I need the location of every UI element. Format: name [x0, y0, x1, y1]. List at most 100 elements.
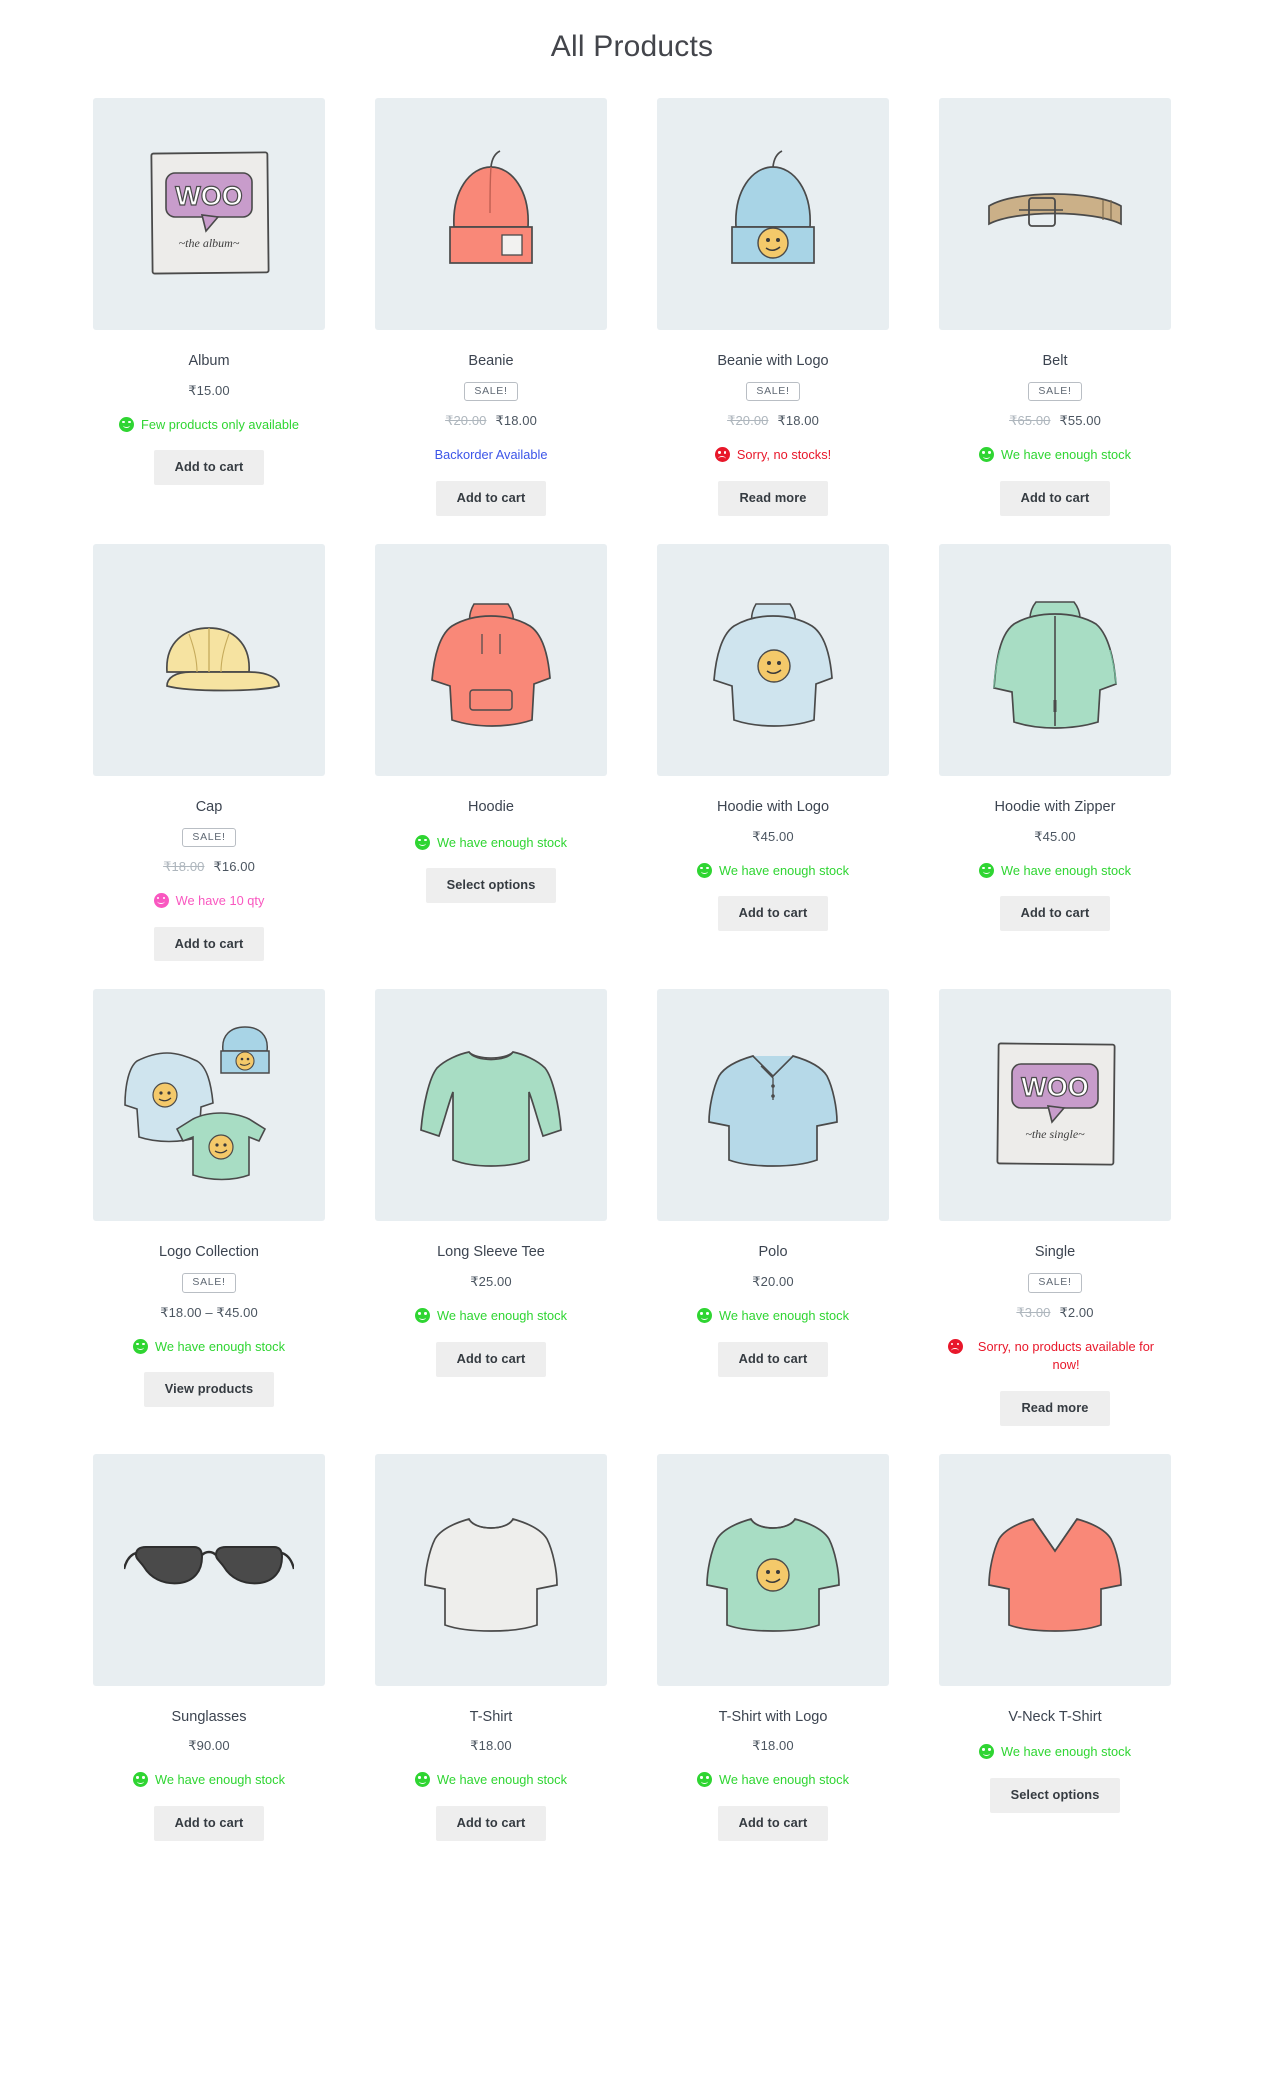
product-title[interactable]: V-Neck T-Shirt: [1008, 1708, 1101, 1727]
stock-status: We have enough stock: [415, 1307, 567, 1326]
sale-badge: SALE!: [1028, 1273, 1082, 1293]
frowning-face-icon: [714, 447, 730, 463]
product-action-button[interactable]: Read more: [1000, 1390, 1110, 1426]
product-image-album[interactable]: WOO ~the album~: [93, 98, 325, 330]
product-action-button[interactable]: Add to cart: [435, 480, 547, 516]
product-image-logo-collection[interactable]: [93, 989, 325, 1222]
product-image-hoodie-logo[interactable]: [657, 543, 889, 776]
face-mouth: [718, 456, 727, 459]
face-mouth: [982, 455, 991, 459]
smiling-face-icon: [979, 862, 995, 878]
product-card: Long Sleeve Tee ₹25.00 We have enough stoc…: [375, 989, 607, 1425]
product-action-button[interactable]: Add to cart: [717, 1341, 829, 1377]
product-price: ₹15.00: [188, 383, 229, 399]
face-mouth: [136, 1347, 145, 1351]
current-price: ₹18.00: [495, 413, 537, 429]
face-mouth: [982, 871, 991, 874]
face-mouth: [700, 1780, 709, 1784]
svg-text:~the single~: ~the single~: [1025, 1127, 1085, 1141]
product-card: Hoodie We have enough stock Select options: [375, 543, 607, 962]
smiling-face-icon: [979, 447, 995, 463]
regular-price: ₹20.00: [445, 413, 487, 429]
stock-status: Backorder Available: [435, 446, 548, 465]
product-price: ₹45.00: [752, 829, 793, 845]
product-image-tshirt[interactable]: [375, 1453, 607, 1686]
stock-status-text: We have enough stock: [1001, 447, 1131, 463]
product-action-button[interactable]: Add to cart: [153, 450, 265, 486]
product-image-polo[interactable]: [657, 989, 889, 1222]
product-action-button[interactable]: Add to cart: [435, 1341, 547, 1377]
product-title[interactable]: Sunglasses: [172, 1708, 247, 1727]
product-image-hoodie-zip[interactable]: [939, 543, 1171, 776]
product-action-button[interactable]: Add to cart: [999, 896, 1111, 931]
product-title[interactable]: Logo Collection: [159, 1243, 259, 1262]
current-price: ₹90.00: [188, 1738, 230, 1754]
smiling-face-icon: [153, 893, 169, 909]
current-price: ₹25.00: [470, 1274, 512, 1290]
product-title[interactable]: Hoodie with Zipper: [995, 798, 1116, 817]
smiling-face-icon: [133, 1338, 149, 1354]
product-card: Hoodie with Zipper ₹45.00 We have enough s…: [939, 543, 1171, 962]
product-image-single[interactable]: WOO ~the single~: [939, 989, 1171, 1222]
current-price: ₹18.00 – ₹45.00: [160, 1304, 258, 1320]
current-price: ₹20.00: [752, 1274, 794, 1290]
product-action-button[interactable]: Add to cart: [435, 1806, 547, 1841]
sale-badge: SALE!: [464, 381, 518, 402]
product-card: Sunglasses ₹90.00 We have enough stock Add …: [93, 1453, 325, 1841]
product-title[interactable]: Long Sleeve Tee: [437, 1243, 545, 1262]
product-title[interactable]: Hoodie: [468, 798, 514, 817]
product-action-button[interactable]: Add to cart: [153, 926, 265, 962]
product-action-button[interactable]: Add to cart: [153, 1806, 265, 1841]
product-action-button[interactable]: Add to cart: [999, 480, 1111, 516]
smiling-face-icon: [979, 1744, 995, 1760]
product-title[interactable]: T-Shirt with Logo: [719, 1708, 828, 1727]
product-title[interactable]: Cap: [196, 798, 223, 817]
product-action-button[interactable]: Select options: [989, 1778, 1121, 1813]
stock-status-text: We have enough stock: [155, 1338, 285, 1354]
product-image-belt[interactable]: [939, 98, 1171, 330]
product-card: WOO ~the album~ Album ₹15.00 Few products …: [93, 98, 325, 516]
product-title[interactable]: Beanie with Logo: [717, 352, 828, 371]
product-image-beanie[interactable]: [375, 98, 607, 330]
stock-status-text: Backorder Available: [434, 447, 548, 463]
product-action-button[interactable]: Read more: [718, 480, 828, 516]
stock-status-text: We have enough stock: [437, 834, 567, 850]
product-image-long-sleeve[interactable]: [375, 989, 607, 1222]
current-price: ₹18.00: [752, 1738, 794, 1754]
face-mouth: [982, 1752, 991, 1756]
product-action-button[interactable]: Add to cart: [717, 1806, 829, 1841]
product-title[interactable]: Belt: [1043, 352, 1068, 371]
product-action-button[interactable]: Select options: [425, 868, 557, 903]
product-card: V-Neck T-Shirt We have enough stock Select…: [939, 1453, 1171, 1841]
regular-price: ₹18.00: [163, 859, 205, 875]
stock-status: We have enough stock: [979, 446, 1131, 465]
product-title[interactable]: Hoodie with Logo: [717, 798, 829, 817]
product-price: ₹65.00 ₹55.00: [1009, 413, 1101, 429]
product-image-beanie-logo[interactable]: [657, 98, 889, 330]
product-title[interactable]: Album: [188, 352, 229, 371]
product-title[interactable]: T-Shirt: [470, 1708, 513, 1727]
product-title[interactable]: Single: [1035, 1243, 1075, 1262]
smiling-face-icon: [697, 1308, 713, 1324]
product-card: Belt SALE! ₹65.00 ₹55.00 We have enough stoc…: [939, 98, 1171, 516]
product-image-hoodie[interactable]: [375, 543, 607, 776]
product-image-sunglasses[interactable]: [93, 1453, 325, 1686]
product-action-button[interactable]: View products: [143, 1372, 275, 1408]
page-title: All Products: [550, 30, 714, 63]
product-action-button[interactable]: Add to cart: [717, 896, 829, 931]
product-title[interactable]: Polo: [758, 1243, 787, 1262]
product-card: Beanie with Logo SALE! ₹20.00 ₹18.00 Sorry, …: [657, 98, 889, 516]
frowning-face-icon: [947, 1338, 963, 1354]
stock-status: Sorry, no products available for now!: [947, 1338, 1163, 1375]
product-image-cap[interactable]: [93, 543, 325, 776]
product-image-tshirt-logo[interactable]: [657, 1453, 889, 1686]
sale-badge: SALE!: [746, 381, 800, 402]
product-card: T-Shirt with Logo ₹18.00 We have enough st…: [657, 1453, 889, 1841]
current-price: ₹55.00: [1059, 413, 1101, 429]
stock-status-text: Sorry, no stocks!: [736, 447, 832, 463]
svg-text:~the album~: ~the album~: [179, 236, 240, 250]
product-image-vneck[interactable]: [939, 1453, 1171, 1686]
face-mouth: [418, 843, 427, 846]
smiling-face-icon: [133, 1772, 149, 1788]
product-title[interactable]: Beanie: [468, 352, 513, 371]
